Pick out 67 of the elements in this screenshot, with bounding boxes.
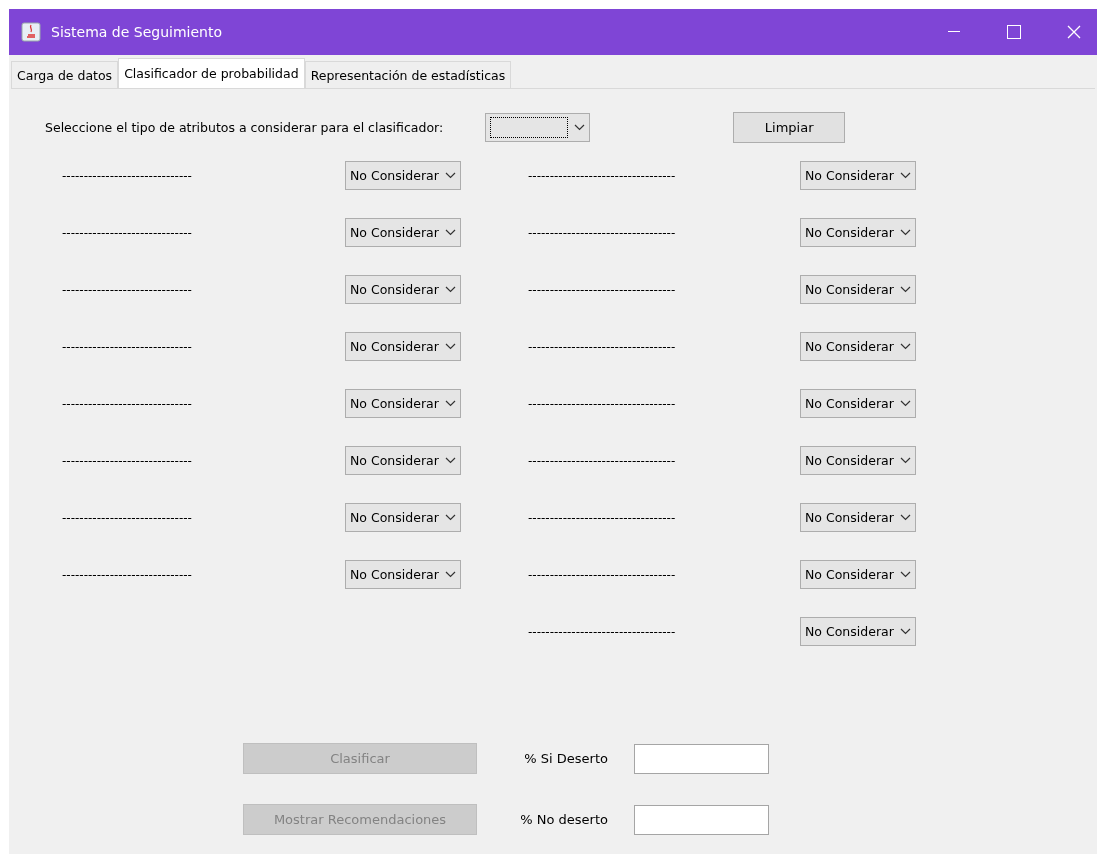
chevron-down-icon (444, 571, 456, 578)
attribute-dropdown[interactable]: No Considerar (800, 161, 916, 190)
attribute-label: ------------------------------ (62, 282, 193, 297)
maximize-icon (1007, 25, 1021, 39)
attribute-dropdown[interactable]: No Considerar (800, 275, 916, 304)
attribute-label: ------------------------------ (62, 225, 193, 240)
attribute-label: ------------------------------ (62, 339, 193, 354)
chevron-down-icon (444, 400, 456, 407)
attribute-label: ------------------------------ (62, 396, 193, 411)
chevron-down-icon (444, 514, 456, 521)
attribute-dropdown[interactable]: No Considerar (345, 275, 461, 304)
chevron-down-icon (444, 229, 456, 236)
attribute-dropdown[interactable]: No Considerar (345, 218, 461, 247)
attribute-dropdown[interactable]: No Considerar (800, 218, 916, 247)
chevron-down-icon (444, 172, 456, 179)
attribute-label: ---------------------------------- (528, 453, 677, 468)
chevron-down-icon (574, 124, 586, 131)
attribute-dropdown[interactable]: No Considerar (800, 503, 916, 532)
attribute-label: ---------------------------------- (528, 339, 677, 354)
chevron-down-icon (899, 172, 911, 179)
attribute-dropdown[interactable]: No Considerar (800, 560, 916, 589)
chevron-down-icon (899, 457, 911, 464)
attribute-type-dropdown[interactable] (485, 113, 591, 142)
attribute-dropdown[interactable]: No Considerar (345, 161, 461, 190)
chevron-down-icon (899, 286, 911, 293)
attribute-dropdown[interactable]: No Considerar (800, 446, 916, 475)
chevron-down-icon (899, 571, 911, 578)
attribute-label: ---------------------------------- (528, 282, 677, 297)
attribute-label: ------------------------------ (62, 168, 193, 183)
percent-field[interactable] (634, 804, 769, 835)
chevron-down-icon (899, 514, 911, 521)
percent-label: % Si Deserto (524, 751, 608, 766)
chevron-down-icon (899, 628, 911, 635)
attribute-label: ---------------------------------- (528, 510, 677, 525)
window-title: Sistema de Seguimiento (51, 24, 223, 40)
chevron-down-icon (444, 286, 456, 293)
chevron-down-icon (899, 343, 911, 350)
attribute-dropdown[interactable]: No Considerar (345, 332, 461, 361)
attribute-label: ---------------------------------- (528, 624, 677, 639)
attribute-dropdown[interactable]: No Considerar (345, 503, 461, 532)
attribute-dropdown[interactable]: No Considerar (800, 617, 916, 646)
clear-button[interactable]: Limpiar (733, 112, 846, 143)
attribute-dropdown[interactable]: No Considerar (800, 389, 916, 418)
attribute-label: ------------------------------ (62, 567, 193, 582)
attribute-dropdown[interactable]: No Considerar (345, 446, 461, 475)
attribute-dropdown[interactable]: No Considerar (345, 389, 461, 418)
tab[interactable]: Carga de datos (11, 61, 119, 88)
attribute-dropdown[interactable]: No Considerar (345, 560, 461, 589)
attribute-label: ---------------------------------- (528, 168, 677, 183)
attribute-type-label: Seleccione el tipo de atributos a considerar para el clasificador: (45, 120, 444, 135)
minimize-icon (948, 31, 960, 33)
chevron-down-icon (444, 343, 456, 350)
tab[interactable]: Representación de estadísticas (304, 61, 512, 88)
app-icon (21, 22, 41, 42)
attribute-dropdown[interactable]: No Considerar (800, 332, 916, 361)
attribute-label: ------------------------------ (62, 510, 193, 525)
close-icon (1067, 25, 1081, 39)
attribute-label: ------------------------------ (62, 453, 193, 468)
attribute-label: ---------------------------------- (528, 225, 677, 240)
percent-label: % No deserto (520, 812, 608, 827)
chevron-down-icon (899, 400, 911, 407)
chevron-down-icon (899, 229, 911, 236)
tab[interactable]: Clasificador de probabilidad (118, 58, 305, 88)
attribute-label: ---------------------------------- (528, 567, 677, 582)
attribute-label: ---------------------------------- (528, 396, 677, 411)
percent-field[interactable] (634, 743, 769, 774)
chevron-down-icon (444, 457, 456, 464)
